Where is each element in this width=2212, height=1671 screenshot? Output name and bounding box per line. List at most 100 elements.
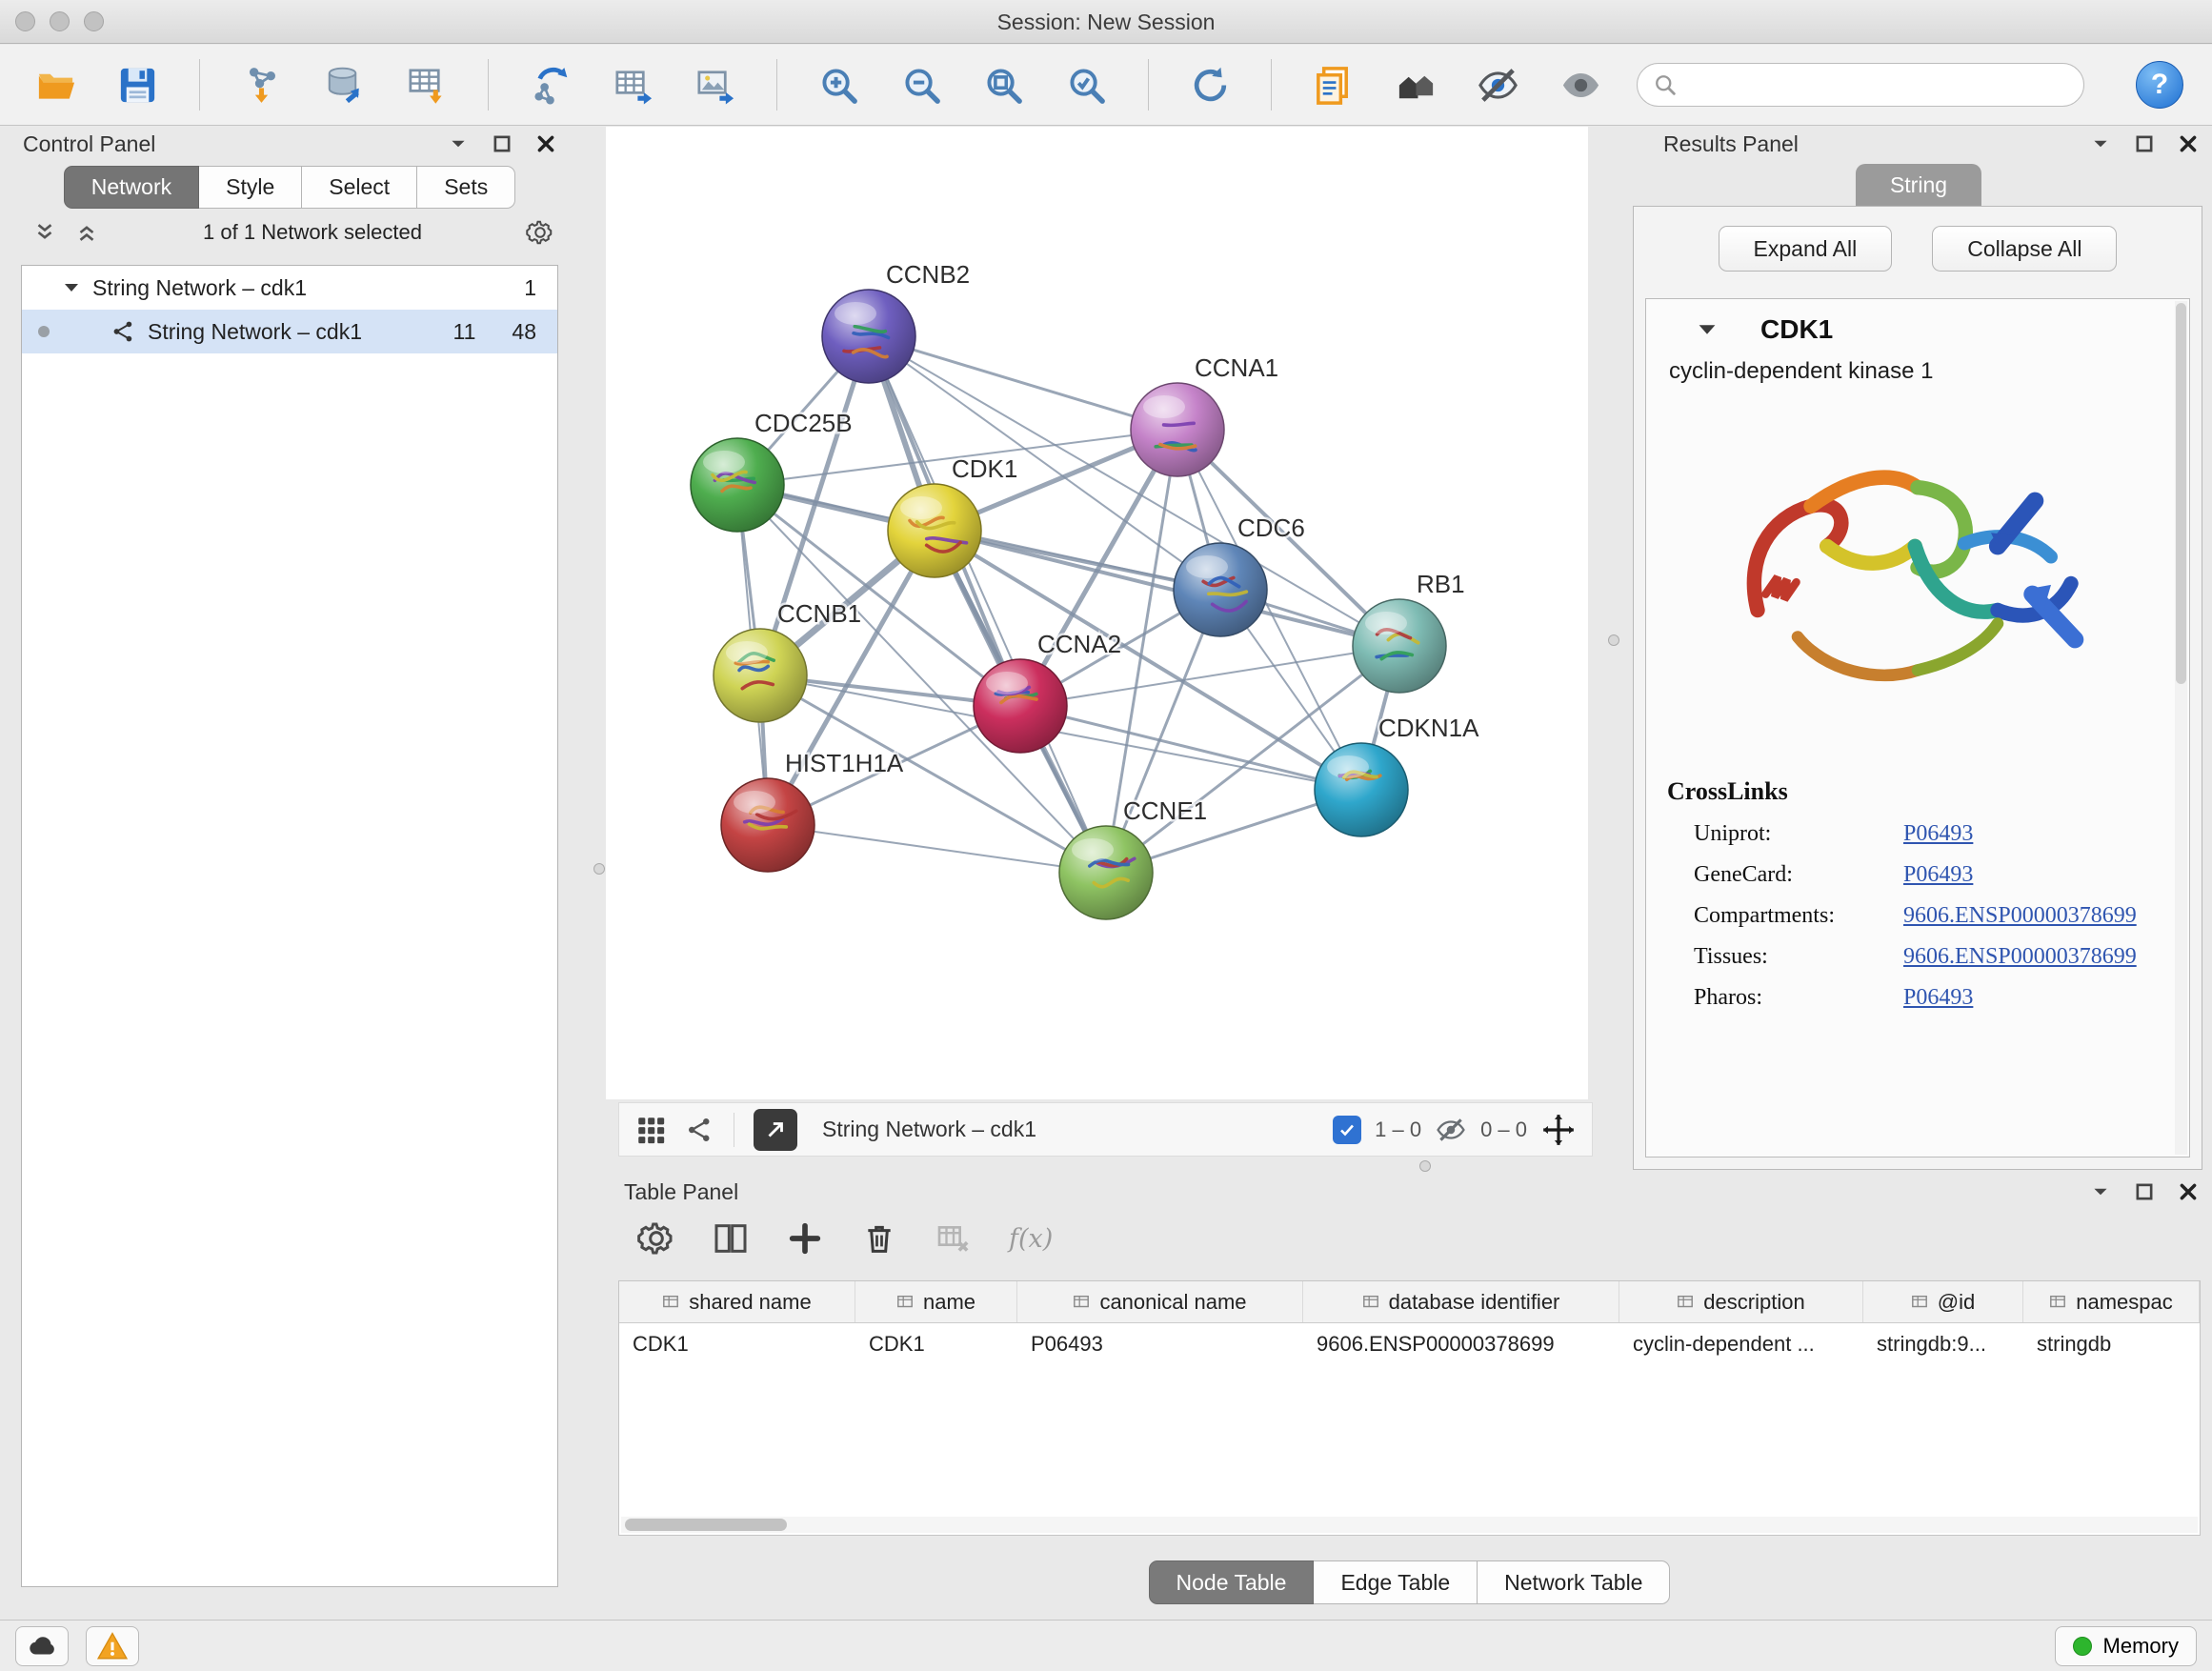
network-node-ccnb2[interactable] [822,290,915,383]
cloud-status-button[interactable] [15,1626,69,1666]
panel-collapse-icon[interactable] [448,133,469,154]
network-node-rb1[interactable] [1353,599,1446,693]
minimize-window-button[interactable] [50,11,70,31]
table-row[interactable]: CDK1 CDK1 P06493 9606.ENSP00000378699 cy… [619,1323,2200,1365]
panel-float-icon[interactable] [2134,1181,2155,1202]
collapse-all-button[interactable]: Collapse All [1932,226,2117,272]
panel-close-icon[interactable] [2178,133,2199,154]
network-edge[interactable] [869,336,1177,430]
cell-description[interactable]: cyclin-dependent ... [1619,1332,1863,1357]
pharos-link[interactable]: P06493 [1903,985,1973,1011]
disclosure-triangle-icon[interactable] [62,278,81,297]
hidden-eye-slash-icon[interactable] [1435,1114,1467,1146]
columns-icon[interactable] [712,1219,750,1258]
gear-icon[interactable] [637,1219,675,1258]
cell-name[interactable]: CDK1 [855,1332,1017,1357]
export-image-button[interactable] [688,57,742,112]
genecard-link[interactable]: P06493 [1903,862,1973,888]
duplicate-document-button[interactable] [1306,57,1360,112]
save-session-button[interactable] [111,57,166,112]
panel-close-icon[interactable] [535,133,556,154]
zoom-window-button[interactable] [84,11,104,31]
zoom-in-button[interactable] [812,57,866,112]
memory-button[interactable]: Memory [2055,1626,2197,1666]
column-header-id[interactable]: @id [1863,1281,2023,1322]
delete-column-icon[interactable] [860,1219,898,1258]
expand-all-button[interactable]: Expand All [1719,226,1893,272]
network-edge[interactable] [869,336,1106,873]
network-node-cdc25b[interactable] [691,438,784,532]
panel-float-icon[interactable] [492,133,513,154]
network-graph[interactable]: CCNB2CCNA1CDC25BCDK1CDC6RB1CCNB1CCNA2CDK… [606,127,1588,1099]
network-node-ccna2[interactable] [974,659,1067,753]
tab-string[interactable]: String [1856,164,1981,207]
network-edge[interactable] [768,825,1106,873]
cell-namespace[interactable]: stringdb [2023,1332,2200,1357]
hide-selected-button[interactable] [1472,57,1526,112]
add-column-icon[interactable] [786,1219,824,1258]
cell-database-identifier[interactable]: 9606.ENSP00000378699 [1303,1332,1619,1357]
network-node-cdk1[interactable] [888,484,981,577]
column-header-description[interactable]: description [1619,1281,1863,1322]
splitter-handle[interactable] [593,863,605,875]
node-table-tab[interactable]: Node Table [1149,1560,1315,1604]
cell-canonical-name[interactable]: P06493 [1017,1332,1303,1357]
import-network-database-button[interactable] [317,57,372,112]
selection-indicator-checkbox[interactable] [1333,1116,1361,1144]
network-table-tab[interactable]: Network Table [1478,1560,1670,1604]
warnings-button[interactable] [86,1626,139,1666]
cell-id[interactable]: stringdb:9... [1863,1332,2023,1357]
network-collection-row[interactable]: String Network – cdk1 1 [22,266,557,310]
network-node-cdkn1a[interactable] [1315,743,1408,836]
edge-table-tab[interactable]: Edge Table [1314,1560,1478,1604]
uniprot-link[interactable]: P06493 [1903,821,1973,847]
import-table-button[interactable] [400,57,454,112]
close-window-button[interactable] [15,11,35,31]
scrollbar-thumb[interactable] [625,1519,787,1531]
tab-style[interactable]: Style [199,166,302,209]
import-network-file-button[interactable] [234,57,289,112]
network-edge[interactable] [935,531,1399,646]
column-header-namespace[interactable]: namespac [2023,1281,2200,1322]
zoom-selected-button[interactable] [1059,57,1114,112]
table-horizontal-scrollbar[interactable] [621,1517,2198,1533]
network-node-ccne1[interactable] [1059,826,1153,919]
disclosure-triangle-icon[interactable] [1696,318,1719,341]
open-session-button[interactable] [29,57,83,112]
results-scrollbar[interactable] [2175,301,2187,1155]
tab-network[interactable]: Network [64,166,199,209]
function-builder-button[interactable]: f(x) [1009,1224,1053,1254]
share-network-icon[interactable] [686,1116,714,1144]
pan-crosshair-icon[interactable] [1540,1112,1577,1148]
splitter-handle[interactable] [1419,1160,1431,1172]
splitter-handle[interactable] [1608,634,1619,646]
cell-shared-name[interactable]: CDK1 [619,1332,855,1357]
clone-network-button[interactable] [523,57,577,112]
network-node-hist1h1a[interactable] [721,778,814,872]
export-table-button[interactable] [606,57,660,112]
help-button[interactable]: ? [2136,61,2183,109]
open-in-new-window-button[interactable] [754,1109,797,1151]
expand-all-icon[interactable] [74,220,99,245]
gear-icon[interactable] [526,218,554,247]
search-input[interactable] [1637,63,2084,107]
apply-layout-button[interactable] [1183,57,1237,112]
network-node-ccnb1[interactable] [714,629,807,722]
network-canvas[interactable]: CCNB2CCNA1CDC25BCDK1CDC6RB1CCNB1CCNA2CDK… [606,127,1588,1099]
column-header-database-identifier[interactable]: database identifier [1303,1281,1619,1322]
network-row[interactable]: String Network – cdk1 11 48 [22,310,557,353]
neighbors-button[interactable] [1389,57,1443,112]
zoom-fit-button[interactable] [976,57,1031,112]
network-node-cdc6[interactable] [1174,543,1267,636]
grid-view-icon[interactable] [634,1114,667,1146]
panel-close-icon[interactable] [2178,1181,2199,1202]
tab-select[interactable]: Select [302,166,417,209]
collapse-all-icon[interactable] [32,220,57,245]
column-header-shared-name[interactable]: shared name [619,1281,855,1322]
network-node-ccna1[interactable] [1131,383,1224,476]
zoom-out-button[interactable] [895,57,949,112]
column-header-name[interactable]: name [855,1281,1017,1322]
panel-float-icon[interactable] [2134,133,2155,154]
panel-collapse-icon[interactable] [2090,1181,2111,1202]
compartments-link[interactable]: 9606.ENSP00000378699 [1903,903,2137,929]
